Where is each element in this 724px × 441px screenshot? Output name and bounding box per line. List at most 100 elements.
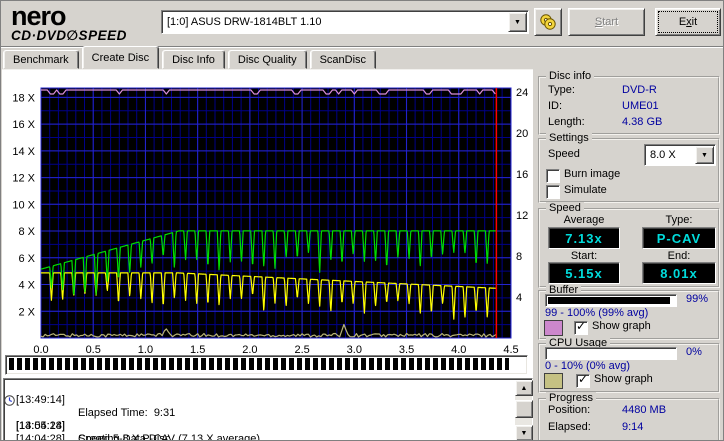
settings-group: Settings Speed 8.0 X ▼ ✓ Burn image ✓ Si…	[538, 132, 720, 203]
cpu-color-swatch	[544, 373, 563, 389]
speed-start-label: Start:	[570, 250, 598, 262]
arrow-down-icon: ▼	[520, 429, 528, 437]
chevron-down-icon[interactable]: ▼	[508, 12, 527, 32]
exit-button[interactable]: Exit	[655, 8, 721, 36]
log-row: [13:55:14] Creating Data Disc	[4, 394, 514, 440]
speed-type-label: Type:	[665, 214, 693, 226]
write-progress-fill	[9, 358, 509, 370]
svg-text:14 X: 14 X	[12, 146, 35, 158]
tab-disc-quality[interactable]: Disc Quality	[227, 50, 307, 69]
speed-start-value: 5.15x	[548, 262, 620, 284]
speed-group-title: Speed	[546, 202, 584, 214]
eject-disc-button[interactable]	[534, 8, 562, 36]
cpu-bar	[545, 347, 677, 360]
cpu-range-text: 0 - 10% (0% avg)	[545, 360, 630, 372]
drive-select-value: [1:0] ASUS DRW-1814BLT 1.10	[167, 16, 322, 28]
cpu-usage-group: CPU Usage 0% 0 - 10% (0% avg) ✓ Show gra…	[538, 337, 720, 393]
disc-info-group: Disc info Type: DVD-R ID: UME01 Length: …	[538, 70, 720, 135]
svg-text:10 X: 10 X	[12, 199, 35, 211]
discs-icon	[540, 14, 556, 30]
buffer-color-swatch	[544, 320, 563, 336]
buffer-bar-fill	[548, 297, 671, 304]
log-row: [13:49:14] Elapsed Time: 9:31	[16, 394, 176, 419]
disc-type-label: Type:	[548, 84, 575, 96]
scroll-down-button[interactable]: ▼	[515, 425, 533, 440]
settings-title: Settings	[546, 132, 592, 144]
nero-logo: nero CD·DVD∅SPEED	[11, 1, 127, 44]
scroll-up-button[interactable]: ▲	[515, 380, 533, 396]
drive-select[interactable]: [1:0] ASUS DRW-1814BLT 1.10 ▼	[161, 10, 529, 34]
svg-text:16 X: 16 X	[12, 119, 35, 131]
burn-image-label: Burn image	[564, 168, 621, 180]
tab-scandisc[interactable]: ScanDisc	[309, 50, 377, 69]
start-button-label: Start	[594, 16, 619, 28]
cd-dvd-speed-logo-text: CD·DVD∅SPEED	[11, 28, 127, 43]
disc-id-label: ID:	[548, 100, 563, 112]
buffer-range-text: 99 - 100% (99% avg)	[545, 307, 649, 319]
disc-info-title: Disc info	[546, 70, 595, 82]
write-progress-bar	[5, 355, 528, 375]
speed-average-value: 7.13x	[548, 227, 620, 249]
clock-icon	[4, 395, 15, 406]
speed-chart: 18 X 16 X 14 X 12 X 10 X 8 X 6 X 4 X 2 X 24 20 16 12…	[12, 87, 528, 356]
cpu-show-graph-checkbox[interactable]: ✓	[576, 372, 590, 388]
tab-disc-info[interactable]: Disc Info	[162, 50, 225, 69]
disc-length-label: Length:	[548, 116, 585, 128]
svg-text:8 X: 8 X	[18, 226, 35, 238]
progress-group: Progress Position: 4480 MB Elapsed: 9:14	[538, 392, 720, 440]
disc-type-value: DVD-R	[622, 84, 657, 96]
log-row: [14:04:28] Speed:5-8 X P-CAV (7.13 X ave…	[16, 420, 261, 441]
speed-end-value: 8.01x	[642, 262, 716, 284]
svg-text:20: 20	[516, 128, 528, 140]
speed-select-label: Speed	[548, 148, 580, 160]
svg-text:4 X: 4 X	[18, 280, 35, 292]
cpu-percent: 0%	[686, 346, 702, 358]
tab-strip: Benchmark Create Disc Disc Info Disc Qua…	[3, 46, 723, 69]
start-button[interactable]: Start	[568, 8, 645, 36]
speed-average-label: Average	[563, 214, 605, 226]
position-value: 4480 MB	[622, 404, 667, 416]
simulate-label: Simulate	[564, 184, 607, 196]
nero-logo-text: nero	[11, 1, 67, 31]
chevron-down-icon[interactable]: ▼	[695, 146, 714, 164]
burn-image-checkbox[interactable]: ✓	[546, 169, 560, 183]
elapsed-value: 9:14	[622, 421, 644, 433]
exit-button-label: Exit	[678, 16, 698, 28]
speed-select[interactable]: 8.0 X ▼	[644, 144, 716, 166]
elapsed-label: Elapsed:	[548, 421, 591, 433]
svg-text:16: 16	[516, 169, 528, 181]
position-label: Position:	[548, 404, 591, 416]
disc-length-value: 4.38 GB	[622, 116, 663, 128]
svg-text:4: 4	[516, 292, 522, 304]
tab-benchmark[interactable]: Benchmark	[3, 50, 79, 69]
nero-cd-dvd-speed-window: nero CD·DVD∅SPEED [1:0] ASUS DRW-1814BLT…	[0, 0, 724, 441]
buffer-show-graph-label: Show graph	[592, 320, 651, 332]
simulate-checkbox[interactable]: ✓	[546, 185, 560, 199]
log-scrollbar[interactable]: ▲ ▼	[515, 380, 533, 440]
svg-text:8: 8	[516, 251, 522, 263]
svg-text:12 X: 12 X	[12, 173, 35, 185]
buffer-bar	[545, 294, 677, 307]
scrollbar-thumb[interactable]	[515, 400, 533, 418]
svg-text:24: 24	[516, 87, 528, 99]
speed-select-value: 8.0 X	[650, 149, 676, 161]
progress-title: Progress	[546, 392, 597, 404]
buffer-show-graph-checkbox[interactable]: ✓	[574, 319, 588, 335]
buffer-percent: 99%	[686, 293, 709, 305]
cpu-show-graph-label: Show graph	[594, 373, 653, 385]
svg-text:6 X: 6 X	[18, 253, 35, 265]
svg-text:18 X: 18 X	[12, 92, 35, 104]
log-row: [14:04:28] Elapsed Time: 9:14	[16, 433, 65, 441]
log-listbox[interactable]: [13:49:14] Elapsed Time: 9:31 [13:55:14]…	[3, 378, 533, 441]
create-disc-panel: 18 X 16 X 14 X 12 X 10 X 8 X 6 X 4 X 2 X 24 20 16 12…	[2, 69, 533, 441]
svg-text:2 X: 2 X	[18, 306, 35, 318]
buffer-group: Buffer 99% 99 - 100% (99% avg) ✓ Show gr…	[538, 284, 720, 340]
tab-create-disc[interactable]: Create Disc	[81, 46, 160, 69]
speed-end-label: End:	[667, 250, 691, 262]
speed-group: Speed Average Type: 7.13x P-CAV Start: E…	[538, 202, 720, 288]
arrow-up-icon: ▲	[520, 384, 528, 392]
disc-id-value: UME01	[622, 100, 659, 112]
speed-type-value: P-CAV	[642, 227, 716, 249]
svg-text:12: 12	[516, 210, 528, 222]
toolbar: nero CD·DVD∅SPEED [1:0] ASUS DRW-1814BLT…	[1, 1, 723, 47]
